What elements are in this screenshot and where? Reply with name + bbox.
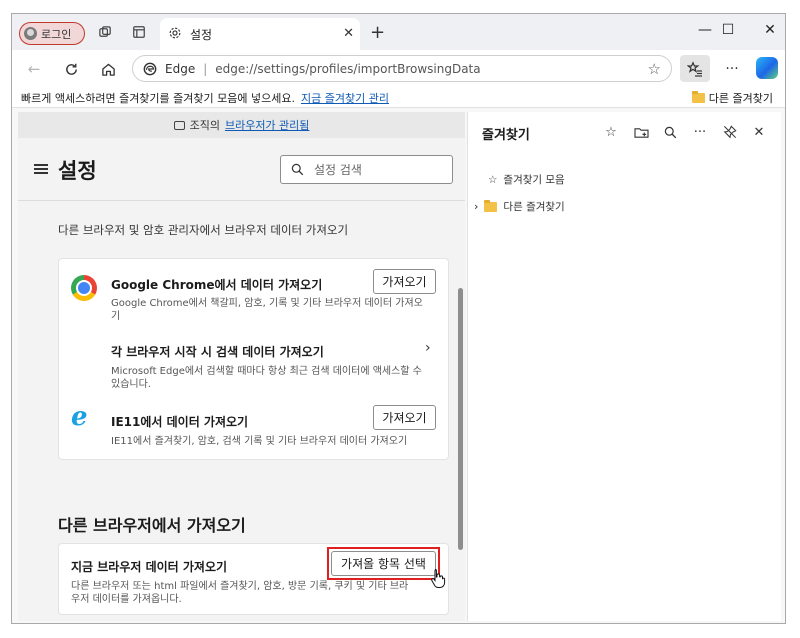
list-item[interactable]: › 다른 즐겨찾기 [474,199,565,214]
folder-icon [691,91,705,103]
profile-label: 로그인 [41,27,72,41]
managed-prefix: 조직의 [189,119,220,132]
favbar-message: 빠르게 액세스하려면 즐겨찾기를 즐겨찾기 모음에 넣으세요. [21,91,295,105]
settings-content: 조직의 브라우저가 관리됨 설정 설정 검색 다른 브라우저 및 암호 관리자에… [18,112,465,621]
settings-search-input[interactable]: 설정 검색 [280,155,453,184]
copilot-icon[interactable] [756,57,778,79]
workspaces-icon[interactable] [96,23,114,41]
scrollbar[interactable] [458,288,463,550]
chevron-right-icon[interactable]: › [474,200,478,213]
minimize-icon[interactable]: — [695,22,715,38]
other-browsers-section-title: 다른 브라우저에서 가져오기 [58,516,246,535]
tab-strip: 로그인 설정 ✕ + — ☐ ✕ [12,14,785,50]
ie11-import-desc: IE11에서 즐겨찾기, 암호, 검색 기록 및 기타 브라우저 데이터 가져오… [111,436,408,447]
browser-window: 로그인 설정 ✕ + — ☐ ✕ ← Edge | edge://setting… [11,13,786,624]
chrome-import-title: Google Chrome에서 데이터 가져오기 [111,278,323,292]
window-close-icon[interactable]: ✕ [760,22,780,38]
more-icon[interactable]: ··· [691,123,709,141]
url-text[interactable]: edge://settings/profiles/importBrowsingD… [215,62,480,76]
chrome-import-desc: Google Chrome에서 책갈피, 암호, 기록 및 기타 브라우저 데이… [111,298,423,322]
close-icon[interactable]: ✕ [343,26,354,41]
profile-button[interactable]: 로그인 [19,22,85,45]
managed-banner: 조직의 브라우저가 관리됨 [18,112,465,138]
home-icon[interactable] [98,59,118,79]
add-folder-icon[interactable] [632,123,650,141]
managed-link[interactable]: 브라우저가 관리됨 [225,117,309,133]
cursor-hand-icon [430,568,446,592]
new-tab-icon[interactable]: + [370,22,385,43]
avatar-icon [24,27,37,40]
unpin-icon[interactable] [721,123,739,141]
other-favorites-button[interactable]: 다른 즐겨찾기 [691,90,773,106]
import-now-card: 지금 브라우저 데이터 가져오기 가져올 항목 선택 다른 브라우저 또는 ht… [58,543,449,615]
import-now-title: 지금 브라우저 데이터 가져오기 [71,560,228,574]
ie-logo-icon: e [71,402,88,432]
manage-favorites-link[interactable]: 지금 즐겨찾기 관리 [301,90,389,106]
tab-actions-icon[interactable] [130,23,148,41]
star-icon: ☆ [488,173,498,186]
search-placeholder: 설정 검색 [314,163,362,177]
address-toolbar: ← Edge | edge://settings/profiles/import… [12,50,785,88]
back-icon[interactable]: ← [24,59,44,79]
edge-logo-icon [143,62,157,76]
search-icon[interactable] [661,123,679,141]
briefcase-icon [173,120,185,130]
import-description: 다른 브라우저 및 암호 관리자에서 브라우저 데이터 가져오기 [58,223,349,237]
ie11-import-button[interactable]: 가져오기 [373,405,436,430]
import-now-desc: 다른 브라우저 또는 html 파일에서 즐겨찾기, 암호, 방문 기록, 쿠키… [71,581,409,605]
close-icon[interactable]: ✕ [750,123,768,141]
favorites-bar: 빠르게 액세스하려면 즐겨찾기를 즐겨찾기 모음에 넣으세요. 지금 즐겨찾기 … [12,88,785,108]
favorites-pane: 즐겨찾기 ☆ ··· ✕ ☆ 즐겨찾기 모음 › 다른 즐겨찾기 [467,112,781,621]
add-favorite-icon[interactable]: ☆ [602,123,620,141]
tab-settings[interactable]: 설정 ✕ [160,18,360,50]
ie11-import-title: IE11에서 데이터 가져오기 [111,415,249,429]
startup-import-desc: Microsoft Edge에서 검색할 때마다 항상 최근 검색 데이터에 액… [111,366,422,390]
address-bar[interactable]: Edge | edge://settings/profiles/importBr… [132,55,672,82]
menu-icon[interactable] [34,164,48,174]
chrome-logo-icon [71,275,97,301]
star-icon[interactable]: ☆ [648,60,661,78]
list-item[interactable]: ☆ 즐겨찾기 모음 [488,172,565,187]
maximize-icon[interactable]: ☐ [718,22,738,38]
highlight-box [327,547,440,580]
tab-title: 설정 [190,27,213,42]
brand-label: Edge [165,61,196,76]
startup-import-title: 각 브라우저 시작 시 검색 데이터 가져오기 [111,345,324,359]
import-card: Google Chrome에서 데이터 가져오기 가져오기 Google Chr… [58,258,449,460]
search-icon [291,163,304,176]
chrome-import-button[interactable]: 가져오기 [373,269,436,294]
folder-icon [484,199,498,212]
gear-icon [168,26,182,43]
settings-header: 설정 설정 검색 [18,138,465,200]
page-title: 설정 [58,159,97,183]
favorites-pane-title: 즐겨찾기 [482,128,530,143]
refresh-icon[interactable] [61,59,81,79]
more-icon[interactable]: ··· [722,59,742,79]
other-favorites-label: 다른 즐겨찾기 [708,92,773,105]
chevron-right-icon[interactable]: › [425,340,431,356]
favorites-icon[interactable] [680,55,710,82]
